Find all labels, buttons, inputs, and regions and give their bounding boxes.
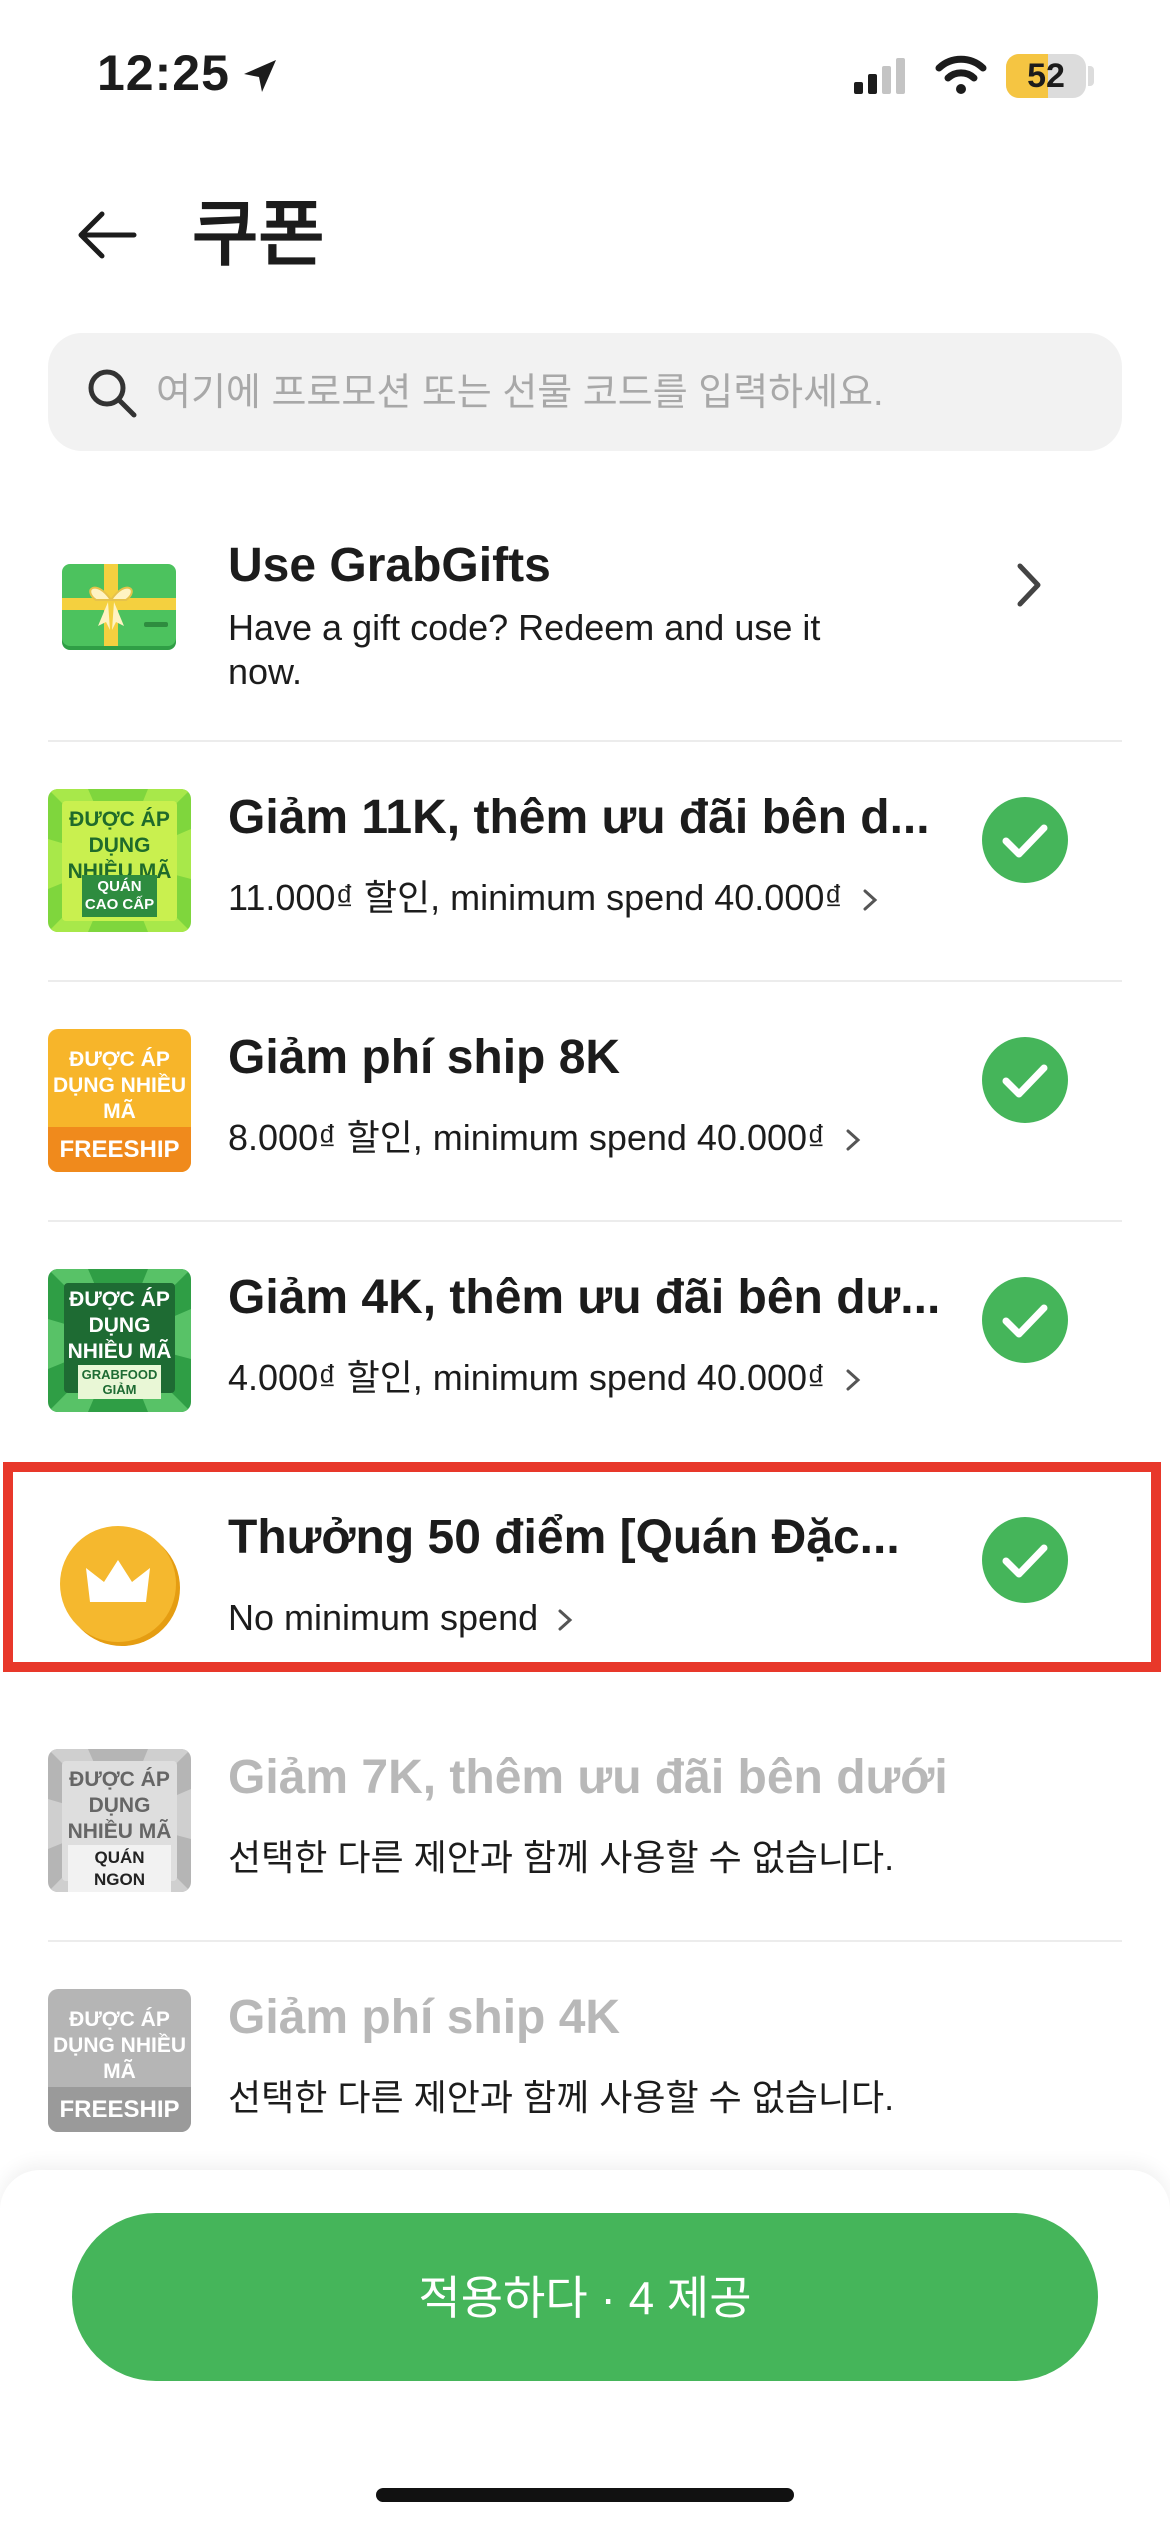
coupon-description-text: 8.000₫ 할인, minimum spend 40.000₫ <box>228 1117 826 1158</box>
coupon-unavailable-note: 선택한 다른 제안과 함께 사용할 수 없습니다. <box>228 2077 895 2118</box>
coupon-title: Giảm 7K, thêm ưu đãi bên dưới <box>228 1751 948 1804</box>
coupon-description-text: 4.000₫ 할인, minimum spend 40.000₫ <box>228 1357 826 1398</box>
coupon-thumb-label: ĐƯỢC ÁP DỤNG NHIỀU MÃ <box>67 1768 172 1843</box>
coupon-title: Giảm 11K, thêm ưu đãi bên d... <box>228 791 930 844</box>
highlight-annotation-frame <box>3 1462 1161 1672</box>
divider <box>48 1220 1122 1222</box>
chevron-right-icon <box>846 1129 860 1151</box>
home-indicator <box>376 2488 794 2502</box>
divider <box>48 740 1122 742</box>
coupon-thumbnail: ĐƯỢC ÁP DỤNG NHIỀU MÃ FREESHIP <box>48 1989 191 2132</box>
back-arrow-icon[interactable] <box>72 200 142 270</box>
coupon-thumbnail: ĐƯỢC ÁP DỤNG NHIỀU MÃ FREESHIP <box>48 1029 191 1172</box>
selected-check-icon[interactable] <box>982 1037 1068 1123</box>
coupon-thumb-tag: FREESHIP <box>48 1127 191 1172</box>
grabgifts-title: Use GrabGifts <box>228 539 551 592</box>
coupon-description: 8.000₫ 할인, minimum spend 40.000₫ <box>228 1116 862 1160</box>
battery-tip <box>1088 66 1094 86</box>
apply-button[interactable]: 적용하다 · 4 제공 <box>72 2213 1098 2381</box>
search-icon <box>88 369 137 418</box>
divider <box>48 980 1122 982</box>
coupon-description: 4.000₫ 할인, minimum spend 40.000₫ <box>228 1356 862 1400</box>
promo-code-input[interactable] <box>154 333 1098 453</box>
selected-check-icon[interactable] <box>982 797 1068 883</box>
status-bar: 12:25 52 <box>0 0 1170 150</box>
coupon-title: Giảm phí ship 4K <box>228 1991 621 2044</box>
coupon-title: Giảm phí ship 8K <box>228 1031 621 1084</box>
coupon-thumb-label: ĐƯỢC ÁP DỤNG NHIỀU MÃ <box>67 1288 172 1363</box>
chevron-right-icon <box>846 1369 860 1391</box>
coupon-thumbnail: ĐƯỢC ÁP DỤNG NHIỀU MÃ QUÁN CAO CẤP <box>48 789 191 932</box>
chevron-right-icon <box>863 889 878 911</box>
coupon-description: 11.000₫ 할인, minimum spend 40.000₫ <box>228 876 879 920</box>
coupon-thumb-tag: QUÁN NGON <box>68 1845 171 1892</box>
gift-card-icon <box>62 564 176 650</box>
coupon-thumb-tag: FREESHIP <box>48 2087 191 2132</box>
coupon-thumb-label: ĐƯỢC ÁP DỤNG NHIỀU MÃ <box>52 1048 186 1123</box>
promo-search-bar[interactable] <box>48 333 1122 453</box>
location-arrow-icon <box>244 60 276 92</box>
coupon-title: Giảm 4K, thêm ưu đãi bên dư... <box>228 1271 941 1324</box>
coupon-unavailable-note: 선택한 다른 제안과 함께 사용할 수 없습니다. <box>228 1837 895 1878</box>
page-title: 쿠폰 <box>192 195 325 275</box>
coupon-thumb-label: ĐƯỢC ÁP DỤNG NHIỀU MÃ <box>67 808 172 883</box>
coupon-description-text: 11.000₫ 할인, minimum spend 40.000₫ <box>228 877 843 918</box>
coupon-thumbnail: ĐƯỢC ÁP DỤNG NHIỀU MÃ QUÁN NGON <box>48 1749 191 1892</box>
status-time: 12:25 <box>97 45 230 101</box>
battery-percentage: 52 <box>1027 57 1065 95</box>
divider <box>48 1940 1122 1942</box>
coupon-thumbnail: ĐƯỢC ÁP DỤNG NHIỀU MÃ GRABFOOD GIẢM <box>48 1269 191 1412</box>
coupon-thumb-tag: QUÁN CAO CẤP <box>82 875 157 917</box>
coupon-thumb-tag: GRABFOOD GIẢM <box>78 1365 161 1399</box>
cellular-signal-icon <box>854 58 905 94</box>
battery-indicator: 52 <box>1006 54 1086 98</box>
wifi-icon <box>935 55 987 94</box>
grabgifts-subtitle: Have a gift code? Redeem and use it now. <box>228 607 821 692</box>
chevron-right-icon <box>1017 563 1041 607</box>
selected-check-icon[interactable] <box>982 1277 1068 1363</box>
coupon-thumb-label: ĐƯỢC ÁP DỤNG NHIỀU MÃ <box>52 2008 186 2083</box>
